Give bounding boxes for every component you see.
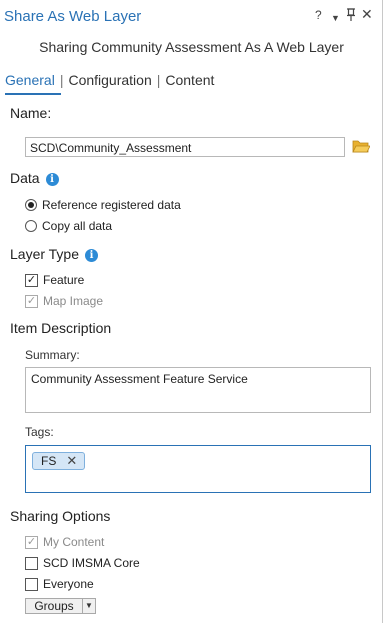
radio-button[interactable] xyxy=(25,220,37,232)
pin-glyph xyxy=(347,8,355,21)
folder-icon[interactable] xyxy=(352,139,370,153)
checkbox-label: SCD IMSMA Core xyxy=(43,556,140,570)
name-input[interactable]: SCD\Community_Assessment xyxy=(25,137,345,157)
checkbox-label: Map Image xyxy=(43,294,104,308)
checkbox-scd-imsma-core[interactable]: SCD IMSMA Core xyxy=(25,556,140,570)
checkbox-feature[interactable]: ✓ Feature xyxy=(25,273,84,287)
share-web-layer-pane: Share As Web Layer ? ▼ ✕ Sharing Communi… xyxy=(0,0,383,623)
sharing-options-heading: Sharing Options xyxy=(10,508,111,524)
tab-configuration[interactable]: Configuration xyxy=(68,72,151,88)
name-heading: Name: xyxy=(10,105,52,121)
groups-dropdown-button[interactable]: Groups ▼ xyxy=(25,598,96,614)
checkbox-label: Everyone xyxy=(43,577,94,591)
tab-content[interactable]: Content xyxy=(165,72,214,88)
tab-separator: | xyxy=(156,72,161,88)
remove-tag-icon[interactable]: ✕ xyxy=(66,453,77,469)
active-tab-indicator xyxy=(5,93,61,95)
data-heading-label: Data xyxy=(10,170,40,186)
info-icon[interactable]: i xyxy=(45,173,59,186)
close-icon[interactable]: ✕ xyxy=(361,7,373,21)
tab-bar: General | Configuration | Content xyxy=(5,72,214,95)
tags-input[interactable]: FS ✕ xyxy=(25,445,371,493)
checkbox-unchecked[interactable] xyxy=(25,556,38,570)
checkbox-map-image: ✓ Map Image xyxy=(25,294,103,308)
checkbox-checked[interactable]: ✓ xyxy=(25,273,38,287)
tag-chip: FS ✕ xyxy=(32,452,86,470)
radio-label: Reference registered data xyxy=(42,198,181,212)
tab-separator: | xyxy=(59,72,64,88)
radio-reference-registered-data[interactable]: Reference registered data xyxy=(25,198,181,212)
item-description-heading: Item Description xyxy=(10,320,112,336)
checkbox-checked-disabled: ✓ xyxy=(25,294,38,308)
layer-type-heading: Layer Type i xyxy=(10,246,99,262)
checkbox-my-content: ✓ My Content xyxy=(25,535,104,549)
pin-icon[interactable] xyxy=(346,8,356,25)
pane-subtitle: Sharing Community Assessment As A Web La… xyxy=(39,39,344,55)
checkbox-unchecked[interactable] xyxy=(25,577,38,591)
summary-label: Summary: xyxy=(25,348,80,362)
radio-button-selected[interactable] xyxy=(25,199,37,211)
data-heading: Data i xyxy=(10,170,59,186)
radio-copy-all-data[interactable]: Copy all data xyxy=(25,219,112,233)
info-icon[interactable]: i xyxy=(85,249,99,262)
pane-titlebar: Share As Web Layer ? ▼ ✕ xyxy=(0,0,383,32)
pane-title: Share As Web Layer xyxy=(4,8,142,25)
tag-text: FS xyxy=(41,454,57,468)
tags-label: Tags: xyxy=(25,425,54,439)
tab-general[interactable]: General xyxy=(5,72,55,88)
radio-label: Copy all data xyxy=(42,219,113,233)
groups-button-label: Groups xyxy=(34,599,74,613)
help-icon[interactable]: ? xyxy=(315,8,322,22)
checkbox-checked-disabled: ✓ xyxy=(25,535,38,549)
summary-textarea[interactable]: Community Assessment Feature Service xyxy=(25,367,371,413)
checkbox-label: Feature xyxy=(43,273,85,287)
checkbox-label: My Content xyxy=(43,535,105,549)
dropdown-arrow-icon[interactable]: ▼ xyxy=(82,599,95,613)
checkbox-everyone[interactable]: Everyone xyxy=(25,577,94,591)
layer-type-heading-label: Layer Type xyxy=(10,246,80,262)
options-menu-icon[interactable]: ▼ xyxy=(331,11,340,25)
